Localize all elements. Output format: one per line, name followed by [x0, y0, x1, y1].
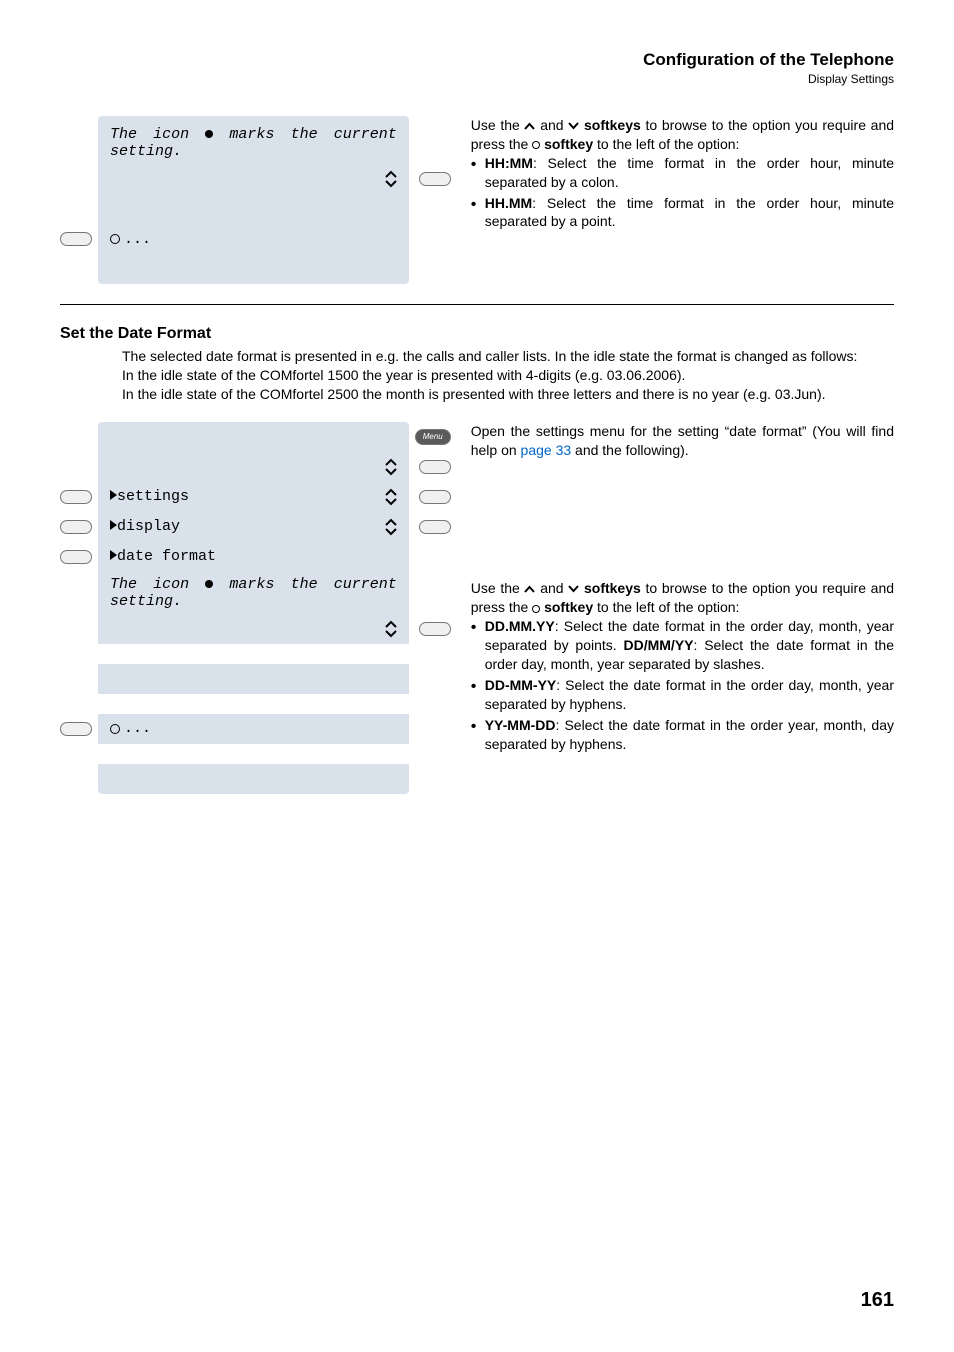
- chevron-up-down-icon: [385, 620, 397, 638]
- softkey-pill-icon: [419, 460, 451, 474]
- softkey-pill-icon: [60, 490, 92, 504]
- diagram1-italic-prefix: The icon: [110, 126, 205, 143]
- menu-button-icon: Menu: [415, 429, 451, 445]
- header-title: Configuration of the Telephone: [60, 50, 894, 70]
- block-1: The icon marks the current setting.: [60, 116, 894, 284]
- txt: softkey: [544, 599, 593, 615]
- block-2: Menu settings: [60, 422, 894, 814]
- txt: softkeys: [584, 580, 641, 596]
- txt: HH.MM: [485, 195, 532, 211]
- right-text-2: Open the settings menu for the setting “…: [471, 422, 894, 756]
- txt: to the left of the option:: [597, 599, 739, 615]
- softkey-pill-icon: [419, 490, 451, 504]
- txt: DD-MM-YY: [485, 677, 557, 693]
- chevron-up-down-icon: [385, 488, 397, 506]
- bullet-item: YY-MM-DD: Select the date format in the …: [471, 716, 894, 754]
- txt: and: [540, 580, 568, 596]
- header-subtitle: Display Settings: [60, 72, 894, 86]
- diagram-1: The icon marks the current setting.: [60, 116, 451, 284]
- txt: softkey: [544, 136, 593, 152]
- softkey-pill-icon: [419, 622, 451, 636]
- page-link[interactable]: page 33: [521, 442, 572, 458]
- chevron-down-icon: [568, 122, 579, 130]
- txt: DD.MM.YY: [485, 618, 555, 634]
- section-body: The selected date format is presented in…: [122, 347, 894, 404]
- txt: DD/MM/YY: [624, 637, 694, 653]
- chevron-up-icon: [524, 122, 535, 130]
- softkey-pill-icon: [60, 722, 92, 736]
- page-header: Configuration of the Telephone Display S…: [60, 50, 894, 86]
- txt: YY-MM-DD: [485, 717, 556, 733]
- triangle-right-icon: [110, 490, 117, 500]
- txt: and the following).: [571, 442, 689, 458]
- bullet-item: HH.MM: Select the time format in the ord…: [471, 194, 894, 232]
- circle-icon: [110, 724, 120, 734]
- chevron-up-down-icon: [385, 458, 397, 476]
- dots: ...: [124, 231, 151, 248]
- circle-icon: [110, 234, 120, 244]
- chevron-down-icon: [568, 585, 579, 593]
- txt: Use the: [471, 580, 525, 596]
- txt: The icon: [110, 576, 205, 593]
- section-heading: Set the Date Format: [60, 325, 894, 343]
- para: The selected date format is presented in…: [122, 347, 894, 366]
- chevron-up-down-icon: [385, 518, 397, 536]
- softkey-pill-icon: [60, 520, 92, 534]
- softkey-pill-icon: [419, 172, 451, 186]
- para: In the idle state of the COMfortel 1500 …: [122, 366, 894, 385]
- ring-icon: [532, 141, 540, 149]
- txt: softkeys: [584, 117, 641, 133]
- txt: HH:MM: [485, 155, 533, 171]
- diagram-2: Menu settings: [60, 422, 451, 814]
- para: In the idle state of the COMfortel 2500 …: [122, 385, 894, 404]
- section-divider: [60, 304, 894, 305]
- menu-label: date format: [117, 548, 216, 565]
- ring-icon: [532, 605, 540, 613]
- right-text-1: Use the and softkeys to browse to the op…: [471, 116, 894, 284]
- bullet-item: HH:MM: Select the time format in the ord…: [471, 154, 894, 192]
- triangle-right-icon: [110, 520, 117, 530]
- menu-label: settings: [117, 488, 189, 505]
- softkey-pill-icon: [60, 232, 92, 246]
- menu-label: display: [117, 518, 180, 535]
- chevron-up-down-icon: [385, 170, 397, 188]
- txt: and: [540, 117, 568, 133]
- txt: to the left of the option:: [597, 136, 739, 152]
- bullet-item: DD.MM.YY: Select the date format in the …: [471, 617, 894, 674]
- chevron-up-icon: [524, 585, 535, 593]
- triangle-right-icon: [110, 550, 117, 560]
- page-number: 161: [861, 1289, 894, 1312]
- txt: Use the: [471, 117, 525, 133]
- softkey-pill-icon: [419, 520, 451, 534]
- txt: : Select the time format in the order ho…: [485, 195, 894, 230]
- txt: : Select the time format in the order ho…: [485, 155, 894, 190]
- bullet-item: DD-MM-YY: Select the date format in the …: [471, 676, 894, 714]
- dots: ...: [124, 720, 151, 737]
- softkey-pill-icon: [60, 550, 92, 564]
